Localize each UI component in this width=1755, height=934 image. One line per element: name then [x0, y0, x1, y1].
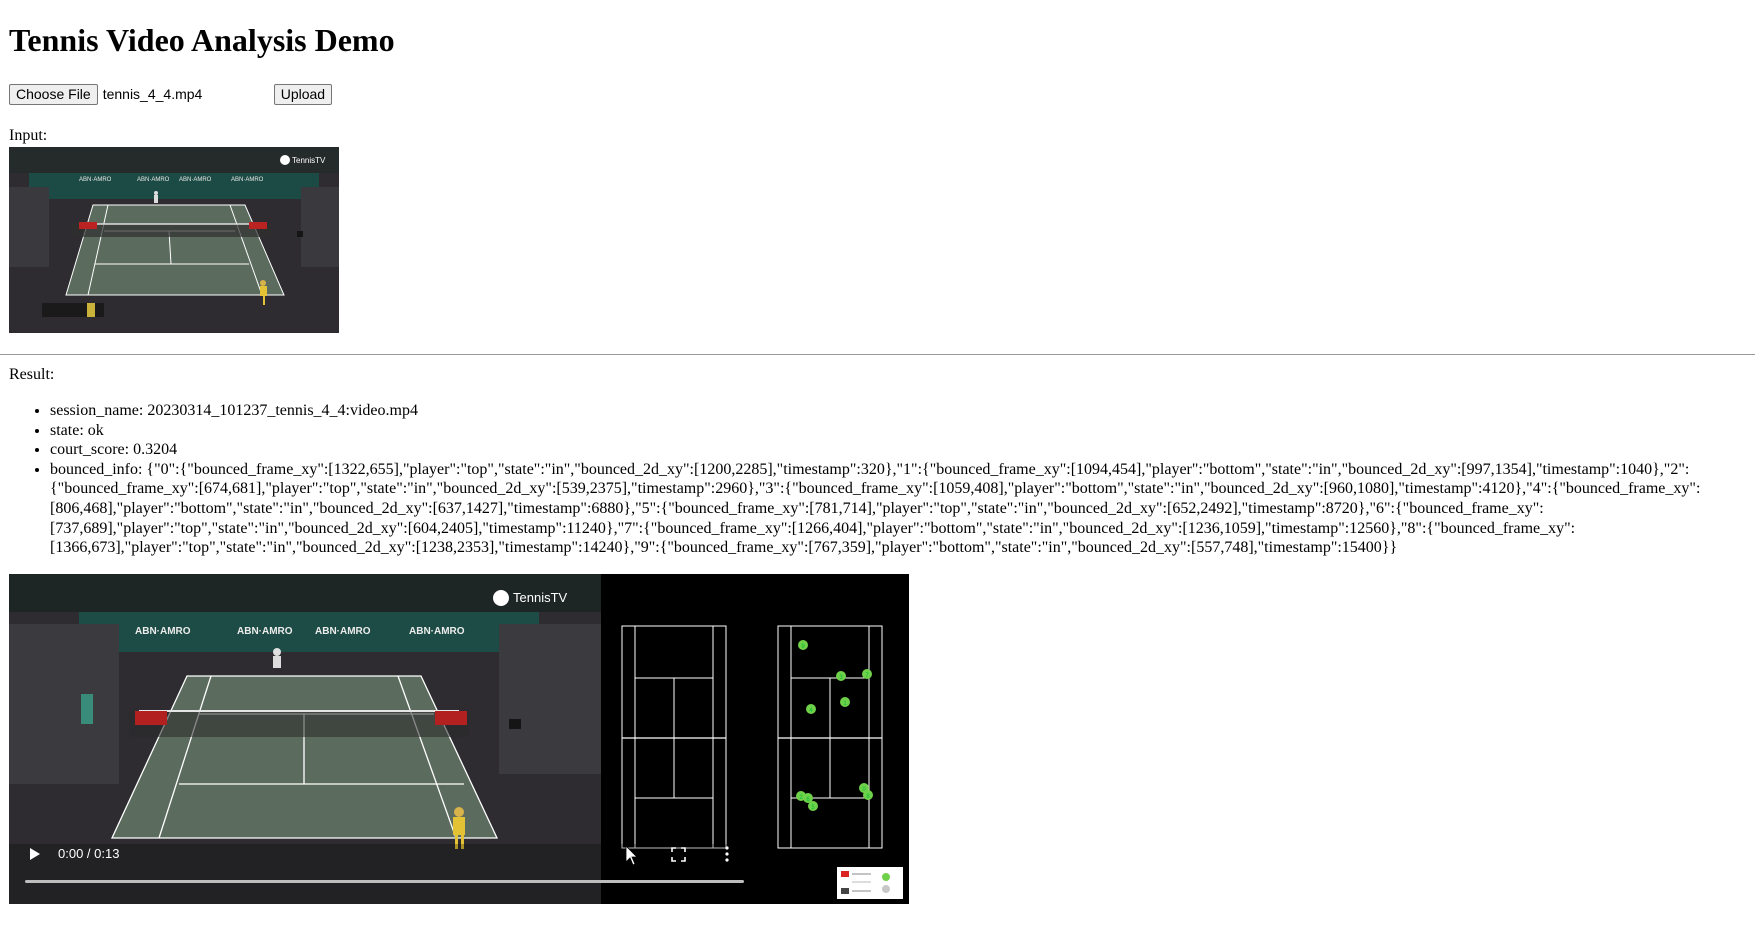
choose-file-button[interactable]: Choose File — [9, 83, 98, 105]
bounce-marker-9: 9 — [798, 639, 808, 650]
svg-text:ABN·AMRO: ABN·AMRO — [179, 177, 212, 183]
more-options-icon[interactable] — [725, 846, 729, 862]
video-time-display: 0:00 / 0:13 — [58, 846, 119, 861]
bounce-marker-8: 8 — [863, 789, 873, 800]
upload-button[interactable]: Upload — [273, 83, 333, 105]
result-court-score: court_score: 0.3204 — [50, 440, 1746, 460]
result-video-player[interactable]: ABN·AMRO ABN·AMRO ABN·AMRO ABN·AMRO Tenn… — [9, 573, 909, 904]
bounce-legend — [837, 866, 903, 899]
result-bounced-info: bounced_info: {"0":{"bounced_frame_xy":[… — [50, 460, 1746, 558]
page: Tennis Video Analysis Demo Choose File t… — [0, 22, 1755, 904]
page-title: Tennis Video Analysis Demo — [9, 22, 395, 58]
svg-text:ABN·AMRO: ABN·AMRO — [409, 626, 465, 637]
result-list: session_name: 20230314_101237_tennis_4_4… — [9, 401, 1746, 558]
bounce-marker-1: 1 — [840, 696, 850, 707]
video-brand: TennisTV — [493, 589, 568, 606]
court-minimap — [621, 625, 727, 849]
input-video-thumbnail[interactable]: ABN·AMRO ABN·AMRO ABN·AMRO ABN·AMRO Tenn… — [9, 147, 339, 333]
thumb-brand: TennisTV — [280, 155, 326, 165]
svg-text:ABN·AMRO: ABN·AMRO — [315, 626, 371, 637]
video-progress-bar[interactable] — [25, 879, 744, 883]
svg-text:ABN·AMRO: ABN·AMRO — [137, 177, 170, 183]
bounce-marker-3: 3 — [836, 670, 846, 681]
bounce-marker-7: 7 — [862, 668, 872, 679]
bounce-marker-4: 4 — [806, 703, 816, 714]
upload-form: Choose File tennis_4_4.mp4 Upload — [9, 83, 1746, 105]
svg-text:ABN·AMRO: ABN·AMRO — [231, 177, 264, 183]
result-session-name: session_name: 20230314_101237_tennis_4_4… — [50, 401, 1746, 421]
section-divider — [0, 354, 1755, 355]
svg-text:ABN·AMRO: ABN·AMRO — [237, 626, 293, 637]
svg-text:ABN·AMRO: ABN·AMRO — [135, 626, 191, 637]
selected-file-name: tennis_4_4.mp4 — [102, 86, 203, 102]
input-label: Input: — [9, 127, 48, 144]
bounce-marker-5: 5 — [808, 800, 818, 811]
svg-text:TennisTV: TennisTV — [513, 590, 568, 605]
bounce-map — [777, 625, 883, 849]
svg-text:ABN·AMRO: ABN·AMRO — [79, 177, 112, 183]
result-label: Result: — [9, 366, 55, 383]
svg-text:TennisTV: TennisTV — [292, 156, 326, 165]
result-state: state: ok — [50, 421, 1746, 441]
